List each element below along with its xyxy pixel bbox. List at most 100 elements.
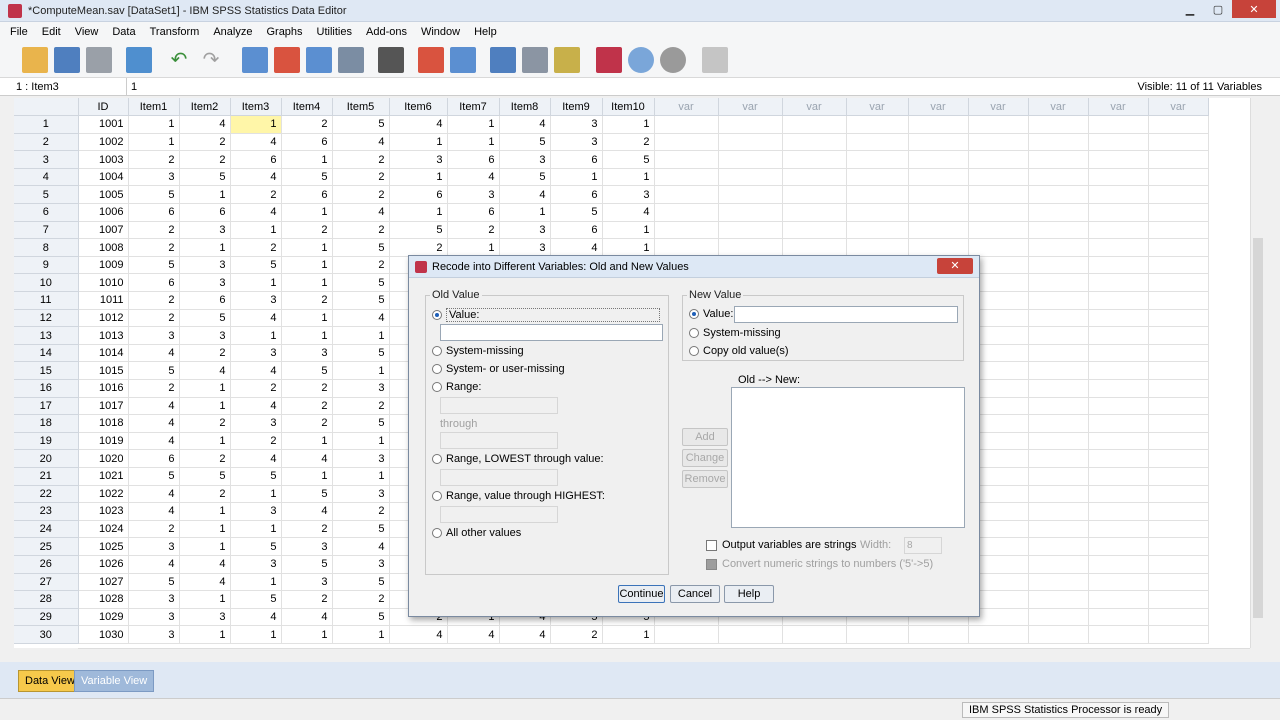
data-cell[interactable]: 2 (179, 485, 231, 504)
data-cell[interactable]: 4 (128, 502, 180, 521)
data-cell[interactable]: 4 (128, 414, 180, 433)
data-cell[interactable] (908, 221, 969, 240)
data-cell[interactable] (654, 203, 719, 222)
column-header-empty-var[interactable]: var (968, 98, 1029, 117)
data-cell[interactable]: 3 (230, 555, 282, 574)
data-cell[interactable] (654, 115, 719, 134)
column-header-item5[interactable]: Item5 (332, 98, 390, 117)
data-cell[interactable] (1148, 537, 1209, 556)
data-cell[interactable]: 1 (281, 625, 333, 644)
data-cell[interactable] (782, 238, 847, 257)
data-cell[interactable]: 2 (550, 625, 603, 644)
menu-transform[interactable]: Transform (150, 26, 200, 38)
insert-cases-icon[interactable] (418, 47, 444, 73)
data-cell[interactable]: 1 (499, 203, 551, 222)
data-cell[interactable] (1028, 273, 1089, 293)
old-new-listbox[interactable] (731, 387, 965, 528)
row-number[interactable]: 6 (14, 203, 79, 222)
data-cell[interactable] (1028, 326, 1089, 345)
data-cell[interactable] (968, 625, 1029, 644)
data-cell[interactable]: 1010 (78, 273, 129, 293)
data-cell[interactable] (782, 185, 847, 205)
data-cell[interactable]: 1016 (78, 379, 129, 398)
data-cell[interactable] (1148, 168, 1209, 187)
row-number[interactable]: 1 (14, 115, 79, 134)
column-header-item3[interactable]: Item3 (230, 98, 282, 117)
dialog-recall-icon[interactable] (126, 47, 152, 73)
data-cell[interactable] (718, 168, 783, 187)
data-cell[interactable]: 1029 (78, 608, 129, 627)
data-cell[interactable] (908, 203, 969, 222)
row-number[interactable]: 11 (14, 291, 79, 310)
data-cell[interactable] (968, 150, 1029, 169)
data-cell[interactable]: 6 (230, 150, 282, 169)
data-cell[interactable] (1028, 485, 1089, 504)
row-number[interactable]: 21 (14, 467, 79, 486)
undo-icon[interactable]: ↶ (166, 47, 192, 73)
data-cell[interactable] (1088, 133, 1149, 152)
data-cell[interactable]: 6 (281, 133, 333, 152)
data-cell[interactable]: 1008 (78, 238, 129, 257)
data-cell[interactable]: 1 (332, 467, 390, 486)
data-cell[interactable] (908, 185, 969, 205)
data-cell[interactable]: 2 (230, 238, 282, 257)
data-cell[interactable] (1028, 625, 1089, 644)
data-cell[interactable] (1148, 573, 1209, 592)
cell-value-editor[interactable]: 1 (131, 81, 137, 93)
data-cell[interactable] (1028, 555, 1089, 574)
data-cell[interactable] (654, 238, 719, 257)
data-cell[interactable]: 1009 (78, 256, 129, 275)
column-header-empty-var[interactable]: var (654, 98, 719, 117)
data-cell[interactable]: 1 (389, 203, 448, 222)
data-cell[interactable]: 1 (230, 625, 282, 644)
data-cell[interactable]: 3 (550, 115, 603, 134)
data-cell[interactable]: 1 (332, 625, 390, 644)
data-cell[interactable] (1028, 449, 1089, 468)
data-cell[interactable]: 4 (499, 115, 551, 134)
row-number[interactable]: 23 (14, 502, 79, 521)
data-cell[interactable] (1148, 185, 1209, 205)
data-cell[interactable]: 3 (281, 537, 333, 556)
data-cell[interactable]: 5 (179, 168, 231, 187)
data-cell[interactable]: 4 (332, 309, 390, 328)
data-cell[interactable]: 1005 (78, 185, 129, 205)
data-cell[interactable]: 5 (332, 608, 390, 627)
data-cell[interactable]: 4 (128, 344, 180, 363)
corner-cell[interactable] (14, 98, 79, 117)
data-cell[interactable] (846, 185, 909, 205)
data-cell[interactable]: 6 (550, 221, 603, 240)
data-cell[interactable]: 3 (389, 150, 448, 169)
data-cell[interactable]: 1013 (78, 326, 129, 345)
print-icon[interactable] (86, 47, 112, 73)
data-cell[interactable] (1148, 555, 1209, 574)
menu-data[interactable]: Data (112, 26, 135, 38)
data-cell[interactable]: 1003 (78, 150, 129, 169)
data-cell[interactable]: 1 (230, 115, 282, 134)
data-cell[interactable] (1028, 309, 1089, 328)
data-cell[interactable]: 2 (281, 397, 333, 416)
data-cell[interactable] (782, 115, 847, 134)
goto-case-icon[interactable] (242, 47, 268, 73)
data-cell[interactable] (1028, 361, 1089, 380)
data-cell[interactable]: 6 (389, 185, 448, 205)
data-cell[interactable]: 1 (179, 625, 231, 644)
data-cell[interactable]: 4 (230, 168, 282, 187)
data-cell[interactable]: 1 (389, 133, 448, 152)
data-cell[interactable] (1148, 344, 1209, 363)
data-cell[interactable] (1028, 537, 1089, 556)
data-cell[interactable]: 4 (332, 537, 390, 556)
data-cell[interactable] (968, 203, 1029, 222)
data-cell[interactable] (718, 203, 783, 222)
data-cell[interactable]: 4 (499, 625, 551, 644)
data-cell[interactable]: 6 (447, 150, 500, 169)
data-cell[interactable]: 5 (332, 291, 390, 310)
data-cell[interactable]: 2 (179, 150, 231, 169)
convert-numeric-checkbox[interactable]: Convert numeric strings to numbers ('5'-… (706, 558, 933, 570)
data-cell[interactable]: 2 (128, 221, 180, 240)
data-cell[interactable] (1088, 221, 1149, 240)
data-cell[interactable] (718, 221, 783, 240)
column-header-empty-var[interactable]: var (718, 98, 783, 117)
data-cell[interactable] (1088, 573, 1149, 592)
data-cell[interactable]: 2 (281, 115, 333, 134)
column-header-empty-var[interactable]: var (1028, 98, 1089, 117)
